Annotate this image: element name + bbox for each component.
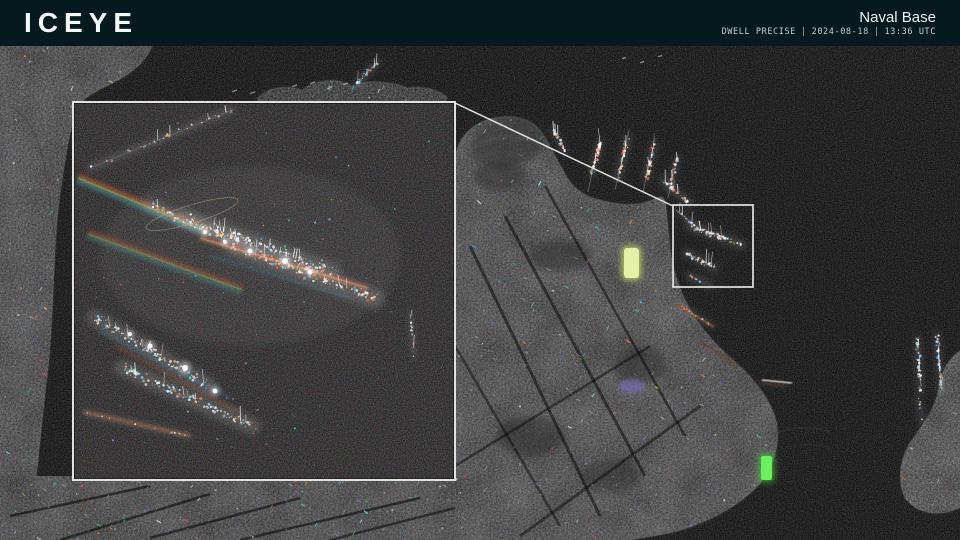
landmass-south [0,474,460,540]
magnified-inset [73,102,455,480]
capture-date: 2024-08-18 [812,27,869,37]
meta-separator: | [874,27,880,37]
capture-mode: DWELL PRECISE [722,27,796,37]
sar-image [0,46,960,540]
capture-meta: DWELL PRECISE | 2024-08-18 | 13:36 UTC [722,26,936,38]
header-right: Naval Base DWELL PRECISE | 2024-08-18 | 13:3… [722,9,936,38]
capture-time: 13:36 UTC [885,27,936,37]
iceye-logo: ICEYE [24,9,138,37]
app-window: ICEYE Naval Base DWELL PRECISE | 2024-08-1… [0,0,960,540]
sar-image-viewport [0,46,960,540]
meta-separator: | [801,27,807,37]
app-header: ICEYE Naval Base DWELL PRECISE | 2024-08-1… [0,0,960,46]
page-title: Naval Base [722,9,936,26]
